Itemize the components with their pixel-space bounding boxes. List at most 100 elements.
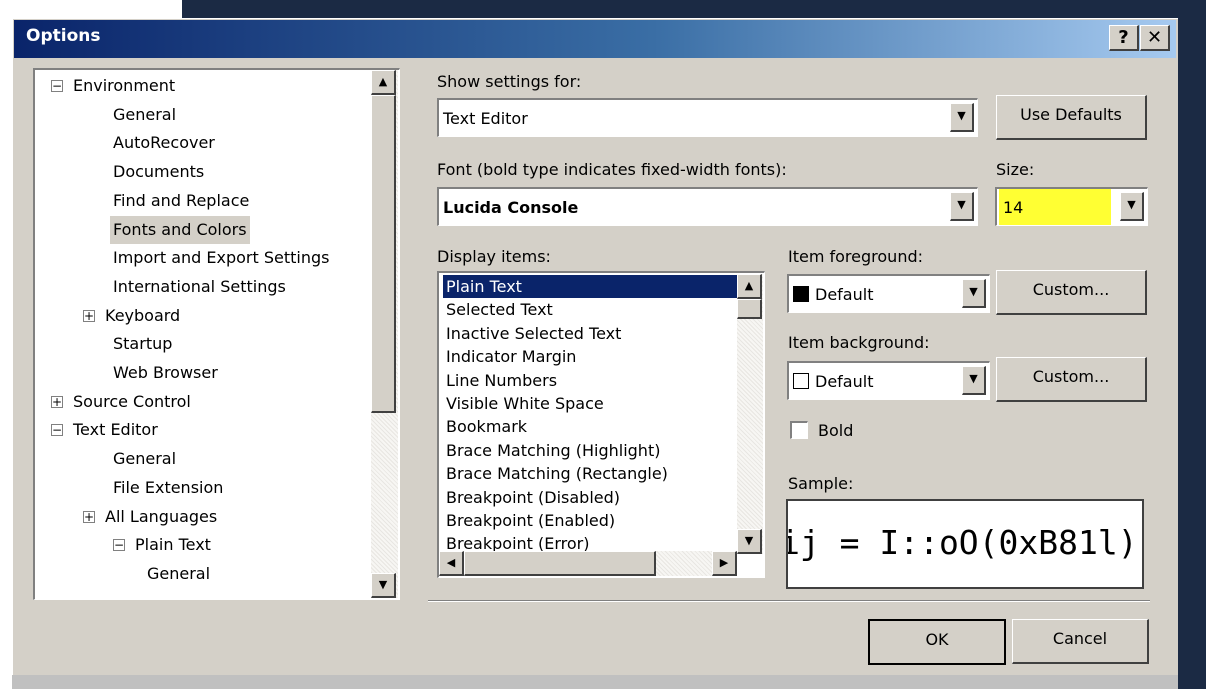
tree-item-label: Plain Text	[135, 535, 211, 555]
tree-item[interactable]: General	[35, 445, 365, 473]
tree-item[interactable]: Find and Replace	[35, 187, 365, 215]
scrollbar-thumb[interactable]	[464, 551, 656, 576]
background-value-wrap: Default	[793, 363, 873, 399]
tree-item[interactable]: − Text Editor	[35, 416, 365, 444]
chevron-down-icon[interactable]: ▼	[962, 366, 986, 395]
tree-item[interactable]: + All Languages	[35, 503, 365, 531]
scrollbar-thumb[interactable]	[737, 299, 762, 319]
color-swatch-icon	[793, 286, 809, 302]
options-tree[interactable]: − Environment General AutoRecover Documents F…	[33, 68, 400, 600]
tree-item[interactable]: General	[35, 101, 365, 129]
display-items-list[interactable]: Plain Text Selected Text Inactive Selected…	[437, 271, 765, 578]
scroll-right-arrow-icon[interactable]: ▶	[712, 551, 737, 576]
show-settings-dropdown[interactable]: Text Editor ▼	[437, 98, 978, 137]
collapse-icon[interactable]: −	[113, 539, 125, 552]
tree-item[interactable]: AutoRecover	[35, 129, 365, 157]
scroll-up-arrow-icon[interactable]: ▲	[371, 70, 396, 95]
item-background-dropdown[interactable]: Default ▼	[787, 361, 990, 400]
list-item[interactable]: Inactive Selected Text	[443, 322, 624, 345]
tree-item-label: File Extension	[113, 477, 224, 497]
tree-item[interactable]: Web Browser	[35, 359, 365, 387]
tree-item-label: All Languages	[105, 506, 218, 526]
use-defaults-button[interactable]: Use Defaults	[996, 95, 1147, 140]
size-dropdown[interactable]: 14 ▼	[995, 187, 1148, 226]
tree-item[interactable]: + Keyboard	[35, 302, 365, 330]
tree-item[interactable]: Startup	[35, 330, 365, 358]
foreground-value-wrap: Default	[793, 276, 873, 312]
chevron-down-icon[interactable]: ▼	[950, 192, 974, 221]
list-horizontal-scrollbar[interactable]: ◀ ▶	[439, 551, 737, 576]
tree-item-label: Fonts and Colors	[110, 215, 250, 244]
color-swatch-icon	[793, 373, 809, 389]
font-value: Lucida Console	[443, 197, 579, 217]
tree-item[interactable]: − Plain Text	[35, 531, 365, 559]
expand-icon[interactable]: +	[51, 395, 63, 408]
show-settings-value: Text Editor	[443, 108, 528, 128]
divider	[428, 600, 1150, 602]
tree-item[interactable]: Fonts and Colors	[35, 215, 365, 244]
tree-item-label: General	[113, 449, 177, 469]
close-button[interactable]: ✕	[1140, 25, 1170, 51]
list-item[interactable]: Selected Text	[443, 298, 556, 321]
chevron-down-icon[interactable]: ▼	[1120, 192, 1144, 221]
collapse-icon[interactable]: −	[51, 424, 63, 437]
tree-scrollbar[interactable]: ▲ ▼	[371, 70, 398, 598]
list-item[interactable]: Line Numbers	[443, 369, 560, 392]
tree-item[interactable]: − Environment	[35, 72, 365, 100]
foreground-value: Default	[815, 284, 874, 304]
tree-item[interactable]: File Extension	[35, 474, 365, 502]
tree-item-label: Documents	[113, 162, 205, 182]
list-scrollbar[interactable]: ▲ ▼	[737, 274, 763, 554]
scroll-down-arrow-icon[interactable]: ▼	[371, 573, 396, 598]
display-items-label: Display items:	[437, 247, 551, 266]
desktop-background	[182, 0, 1206, 18]
list-item[interactable]: Plain Text	[443, 275, 737, 298]
collapse-icon[interactable]: −	[51, 80, 63, 92]
background-value: Default	[815, 371, 874, 391]
tree-item-label: Import and Export Settings	[113, 248, 330, 268]
taskbar-strip	[12, 675, 1178, 689]
font-label: Font (bold type indicates fixed-width fo…	[437, 160, 787, 179]
bold-checkbox[interactable]	[790, 421, 808, 439]
background-custom-button[interactable]: Custom...	[996, 357, 1147, 402]
chevron-down-icon[interactable]: ▼	[950, 103, 974, 132]
list-item[interactable]: Bookmark	[443, 415, 530, 438]
item-foreground-dropdown[interactable]: Default ▼	[787, 274, 990, 313]
title-bar[interactable]	[14, 20, 1176, 58]
tree-item-label: General	[113, 104, 177, 124]
tree-item[interactable]: + Source Control	[35, 388, 365, 416]
expand-icon[interactable]: +	[83, 510, 95, 523]
scroll-down-arrow-icon[interactable]: ▼	[737, 529, 762, 554]
desktop-background	[0, 18, 12, 689]
tree-item-label: International Settings	[113, 276, 286, 296]
tree-item-label: Text Editor	[73, 420, 158, 440]
list-item[interactable]: Indicator Margin	[443, 345, 579, 368]
tree-item[interactable]: General	[35, 560, 365, 588]
list-item[interactable]: Brace Matching (Rectangle)	[443, 462, 671, 485]
size-value: 14	[999, 189, 1111, 225]
tree-item-label: Web Browser	[113, 363, 218, 382]
list-item[interactable]: Visible White Space	[443, 392, 607, 415]
list-item[interactable]: Breakpoint (Enabled)	[443, 509, 618, 532]
expand-icon[interactable]: +	[83, 309, 95, 322]
help-button[interactable]: ?	[1109, 25, 1139, 51]
item-foreground-label: Item foreground:	[788, 247, 923, 266]
foreground-custom-button[interactable]: Custom...	[996, 270, 1147, 315]
ok-button[interactable]: OK	[868, 619, 1006, 665]
tree-item[interactable]: Import and Export Settings	[35, 244, 365, 272]
font-dropdown[interactable]: Lucida Console ▼	[437, 187, 978, 226]
sample-text: ij = I::oO(0xB81l)	[786, 523, 1138, 562]
scroll-up-arrow-icon[interactable]: ▲	[737, 274, 762, 299]
scrollbar-thumb[interactable]	[371, 95, 396, 413]
bold-label[interactable]: Bold	[818, 421, 853, 440]
list-item[interactable]: Brace Matching (Highlight)	[443, 439, 663, 462]
chevron-down-icon[interactable]: ▼	[962, 279, 986, 308]
cancel-button[interactable]: Cancel	[1012, 619, 1149, 664]
show-settings-label: Show settings for:	[437, 72, 582, 91]
list-item[interactable]: Breakpoint (Disabled)	[443, 486, 623, 509]
scroll-left-arrow-icon[interactable]: ◀	[439, 551, 464, 576]
tree-item[interactable]: Documents	[35, 158, 365, 186]
tree-item-label: Find and Replace	[113, 190, 250, 210]
desktop-background	[0, 0, 182, 18]
tree-item[interactable]: International Settings	[35, 273, 365, 301]
